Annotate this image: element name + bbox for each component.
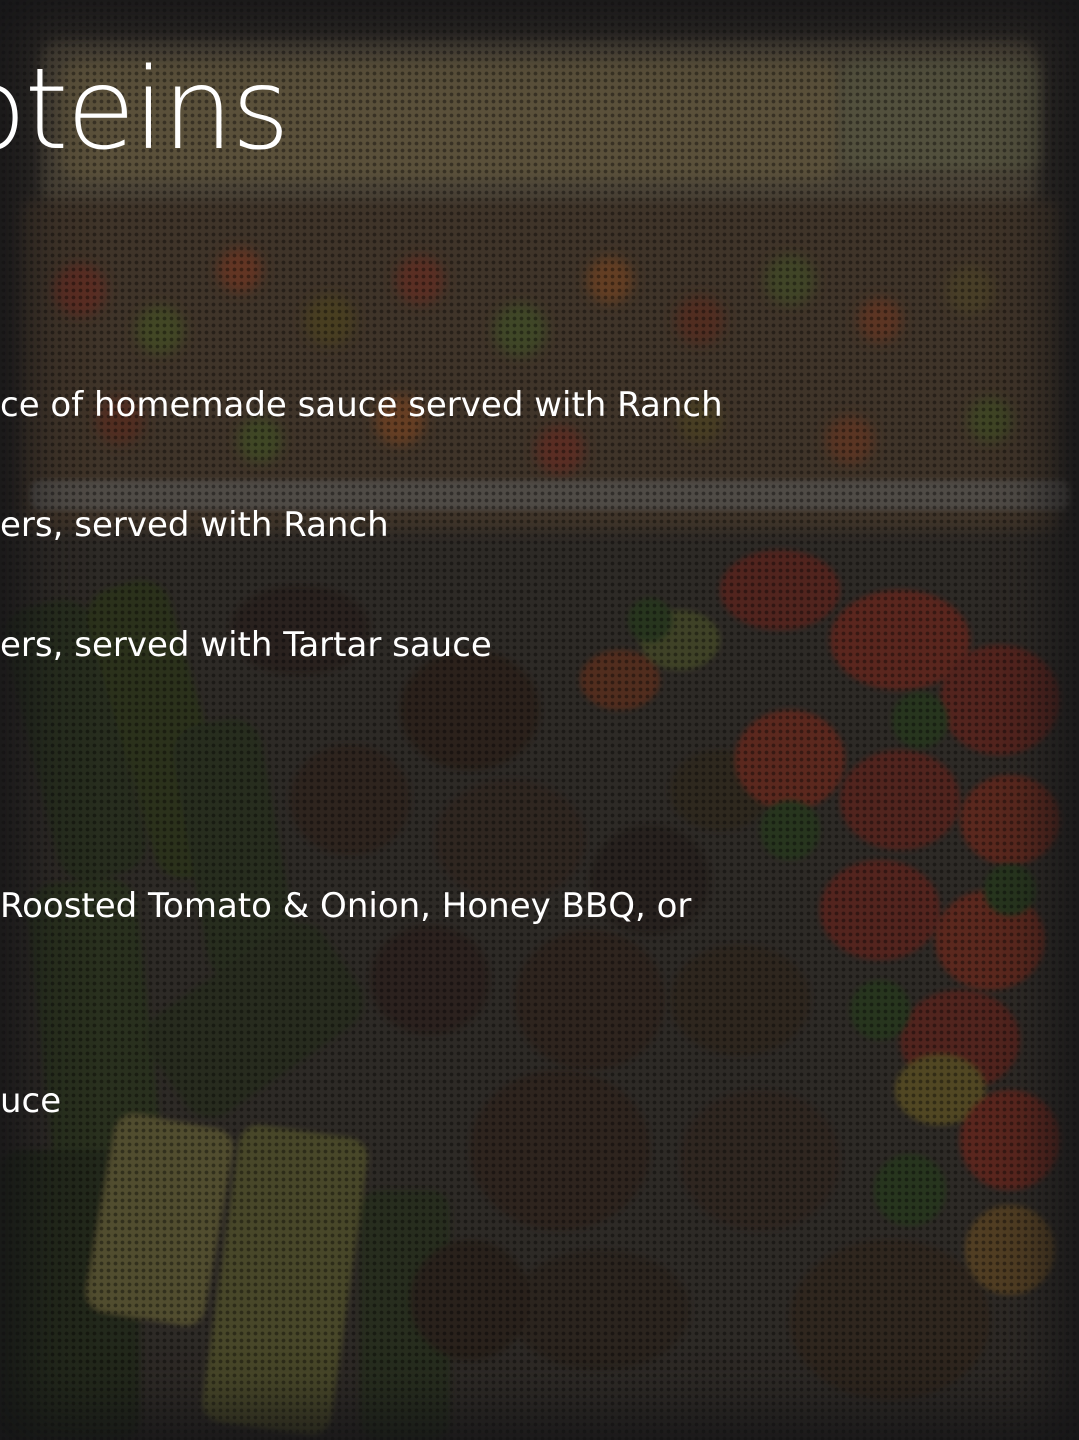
page-title: oteins [0, 45, 290, 175]
menu-item-1: ce of homemade sauce served with Ranch [0, 385, 723, 425]
menu-item-3: ers, served with Tartar sauce [0, 625, 492, 665]
menu-item-4: Roosted Tomato & Onion, Honey BBQ, or [0, 886, 692, 926]
menu-item-2: ers, served with Ranch [0, 505, 389, 545]
food-photo-icon [0, 0, 1079, 1440]
menu-item-5: uce [0, 1081, 62, 1121]
background-food-photo [0, 0, 1079, 1440]
